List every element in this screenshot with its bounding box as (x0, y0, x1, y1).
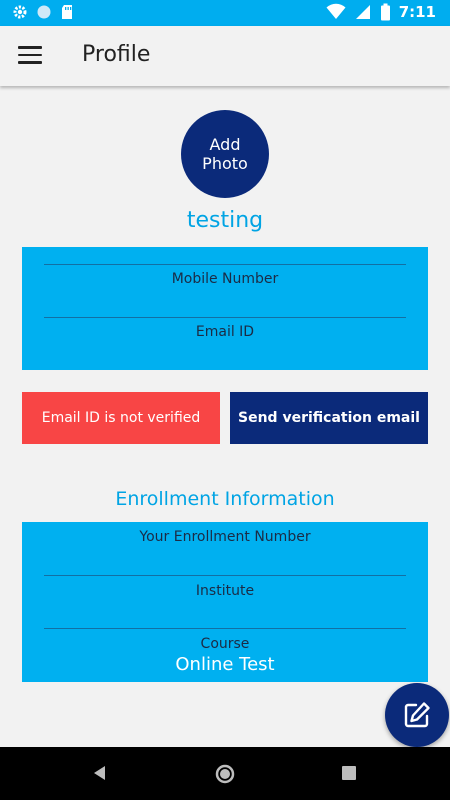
contact-card: Mobile Number Email ID (22, 247, 428, 370)
system-navigation-bar (0, 747, 450, 800)
email-not-verified-button[interactable]: Email ID is not verified (22, 392, 220, 444)
edit-profile-button[interactable] (385, 683, 449, 747)
page-title: Profile (82, 42, 151, 67)
sd-card-icon (62, 5, 72, 19)
circle-icon (37, 5, 51, 19)
signal-icon (355, 5, 370, 19)
wifi-icon (326, 3, 346, 19)
send-verification-email-button[interactable]: Send verification email (230, 392, 428, 444)
edit-icon (404, 702, 430, 728)
home-icon[interactable] (215, 764, 235, 784)
divider (44, 264, 406, 265)
app-bar: Profile (0, 26, 450, 86)
enrollment-section-title: Enrollment Information (115, 488, 335, 510)
course-value: Online Test (175, 654, 275, 675)
status-time: 7:11 (398, 3, 436, 21)
battery-icon (380, 3, 390, 21)
divider (44, 575, 406, 576)
mobile-number-label: Mobile Number (171, 271, 279, 287)
add-photo-label-line1: Add (209, 135, 241, 154)
enrollment-card: Your Enrollment Number Institute Course … (22, 522, 428, 682)
username: testing (186, 208, 264, 233)
divider (44, 628, 406, 629)
recent-apps-icon[interactable] (342, 766, 356, 780)
back-icon[interactable] (92, 765, 108, 781)
menu-icon[interactable] (18, 46, 42, 66)
enrollment-number-label: Your Enrollment Number (139, 529, 311, 545)
course-label: Course (200, 636, 250, 652)
institute-label: Institute (195, 583, 255, 599)
divider (44, 317, 406, 318)
add-photo-label-line2: Photo (202, 154, 248, 173)
status-bar: 7:11 (0, 0, 450, 26)
settings-icon (13, 5, 27, 19)
add-photo-button[interactable]: Add Photo (181, 110, 269, 198)
email-id-label: Email ID (195, 324, 255, 340)
